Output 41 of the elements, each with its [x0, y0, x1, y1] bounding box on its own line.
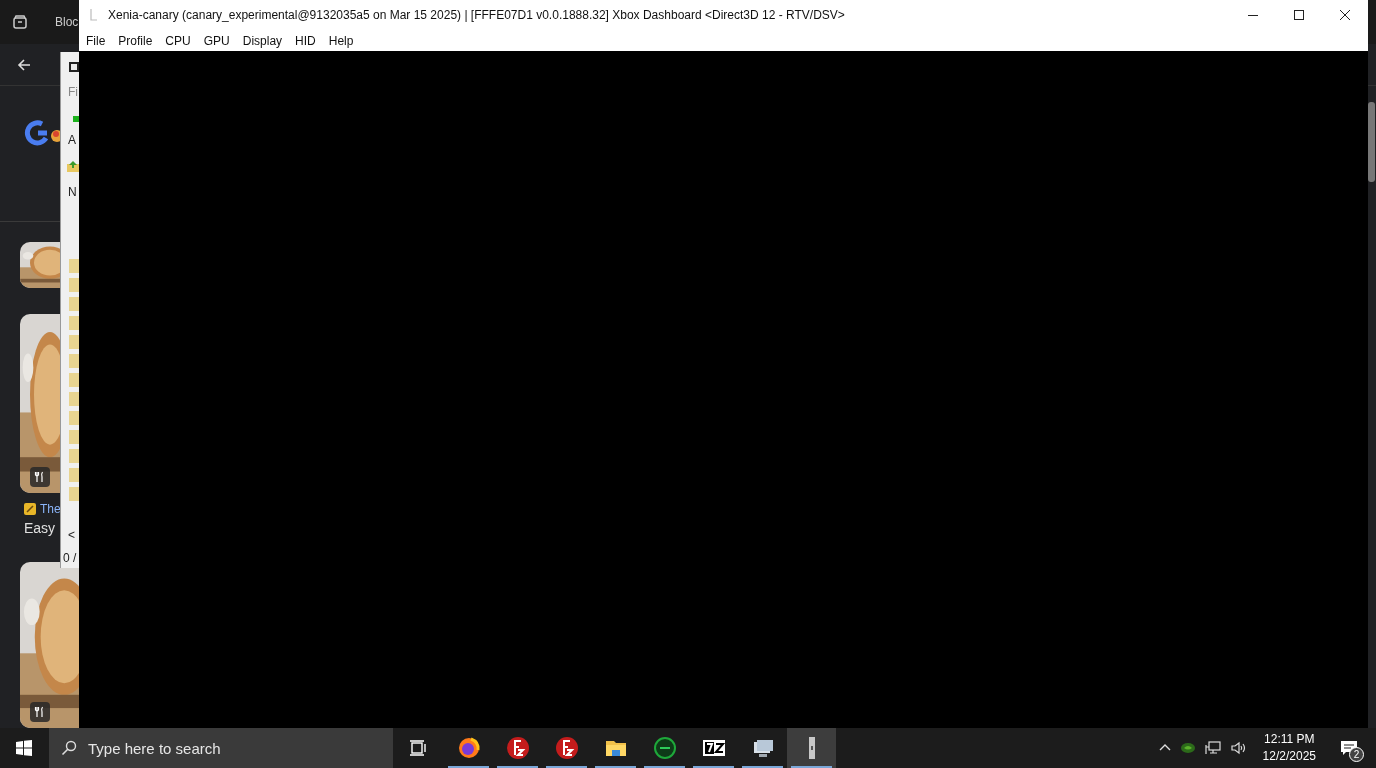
clock-time[interactable]: 12:11 PM [1264, 731, 1315, 748]
menu-item[interactable]: File [85, 31, 112, 50]
taskbar-app-button[interactable] [787, 728, 836, 768]
maximize-icon [1293, 9, 1305, 21]
menu-item[interactable]: HID [294, 31, 322, 50]
bar-icon [808, 737, 815, 759]
menu-item[interactable]: GPU [202, 31, 236, 50]
menu-item[interactable]: Profile [117, 31, 159, 50]
scrollbar[interactable] [1368, 102, 1375, 182]
tab-title[interactable]: Bloc [55, 15, 79, 29]
search-field[interactable]: Type here to search [49, 728, 393, 768]
notifications-button[interactable]: 2 [1332, 728, 1366, 768]
back-arrow-icon[interactable] [16, 56, 32, 73]
ftp-client-icon [554, 736, 579, 760]
clock-date[interactable]: 12/2/2025 [1262, 748, 1316, 765]
search-icon [61, 740, 77, 756]
menu-item[interactable]: Display [241, 31, 289, 50]
ftp-client-icon [505, 736, 530, 760]
source-name: The [40, 502, 61, 516]
address-label: A [68, 133, 76, 147]
app-icon [69, 62, 79, 72]
card-title[interactable]: Easy [24, 520, 56, 536]
network-icon[interactable] [1204, 741, 1221, 755]
folder-up-icon[interactable] [67, 160, 79, 172]
pencil-note-icon [24, 503, 36, 515]
column-header[interactable]: N [68, 185, 77, 199]
menu-item[interactable]: Help [327, 31, 360, 50]
volume-icon[interactable] [1230, 741, 1247, 755]
browser-icon [456, 736, 481, 760]
status-icon [73, 116, 79, 122]
app-icon [89, 8, 99, 22]
windows-icon [16, 740, 32, 756]
close-icon [1339, 9, 1351, 21]
scroll-left-arrow[interactable]: < [68, 528, 75, 542]
gpu-tray-icon[interactable] [1180, 742, 1195, 754]
tab-icon[interactable] [12, 14, 28, 30]
menu-item[interactable]: CPU [164, 31, 197, 50]
ring-icon [652, 736, 677, 760]
window-title: Xenia-canary (canary_experimental@9132035a5 on Mar 15 2025) | [FFFE07D1 v0.0.1888.32] Xbox Dashboard <Direct3D 12 - RTV/DSV> [108, 8, 845, 22]
task-view-icon [409, 739, 427, 757]
status-text: 0 / [63, 551, 77, 565]
